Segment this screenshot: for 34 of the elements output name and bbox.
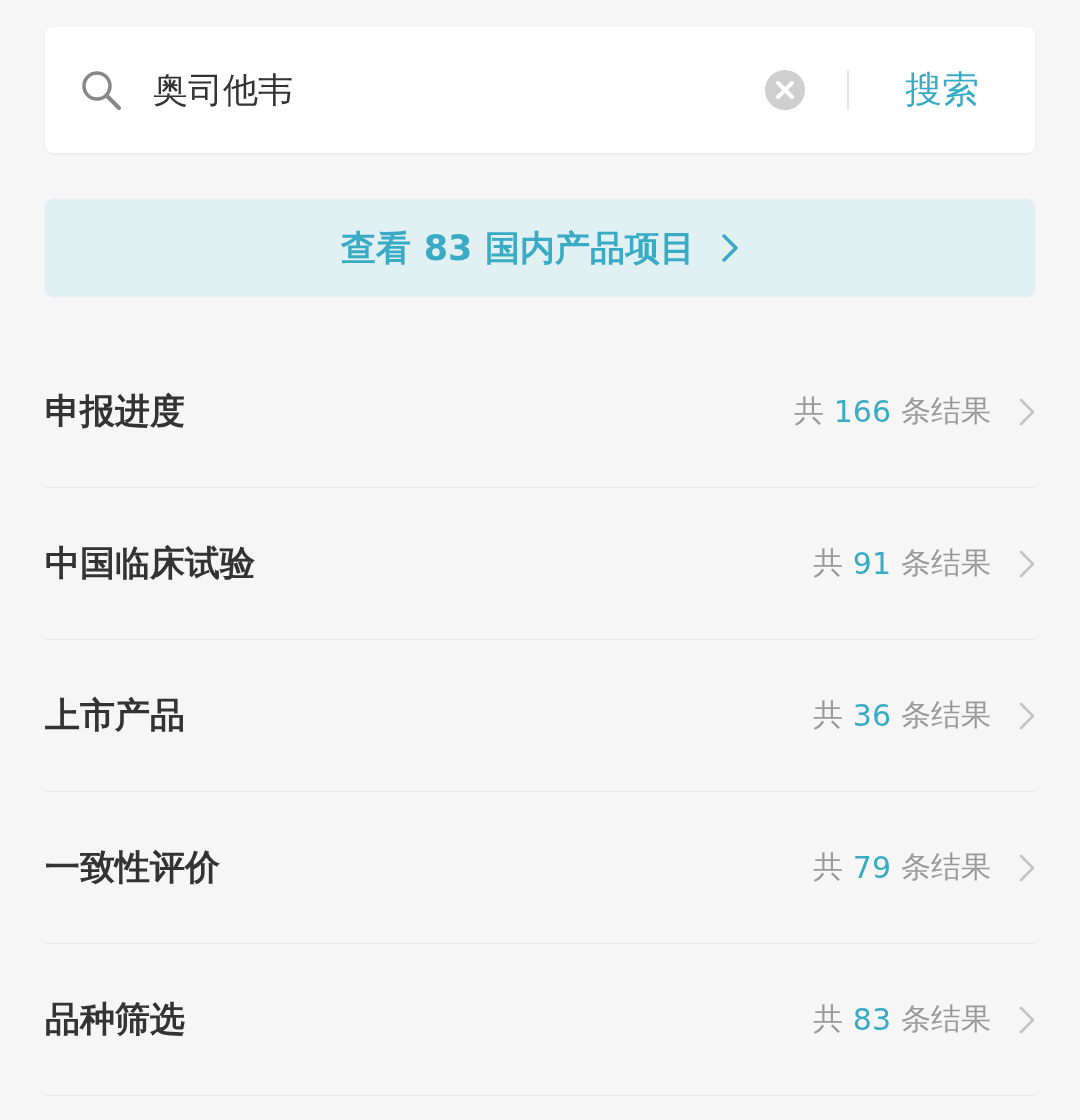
- chevron-icon: [720, 233, 739, 263]
- result-count: 166: [833, 394, 891, 429]
- result-prefix: 共: [812, 848, 843, 886]
- category-title: 品种筛选: [45, 998, 185, 1041]
- result-prefix: 共: [793, 392, 824, 430]
- chevron-icon: [1019, 852, 1035, 883]
- result-count: 83: [852, 1002, 891, 1037]
- chevron-icon: [1019, 700, 1035, 731]
- category-title: 一致性评价: [45, 846, 220, 889]
- result-prefix: 共: [812, 1000, 843, 1038]
- search-field[interactable]: 奥司他韦: [151, 69, 765, 111]
- result-suffix: 条结果: [901, 544, 991, 582]
- result-count: 79: [852, 850, 891, 885]
- category-row[interactable]: 上市产品 共 36 条结果: [45, 640, 1035, 792]
- search-icon: [79, 68, 123, 112]
- result-prefix: 共: [812, 544, 843, 582]
- result-suffix: 条结果: [901, 696, 991, 734]
- category-title: 中国临床试验: [45, 542, 255, 585]
- result-count: 91: [852, 546, 891, 581]
- category-row[interactable]: 品种筛选 共 83 条结果: [45, 944, 1035, 1096]
- result-suffix: 条结果: [901, 848, 991, 886]
- result-count: 36: [852, 698, 891, 733]
- result-suffix: 条结果: [901, 392, 991, 430]
- category-row[interactable]: 一致性评价 共 79 条结果: [45, 792, 1035, 944]
- category-title: 申报进度: [45, 390, 185, 433]
- chevron-icon: [1019, 548, 1035, 579]
- category-row[interactable]: 申报进度 共 166 条结果: [45, 336, 1035, 488]
- chevron-icon: [1019, 1004, 1035, 1035]
- clear-icon[interactable]: [765, 70, 805, 110]
- result-suffix: 条结果: [901, 1000, 991, 1038]
- chevron-icon: [1019, 396, 1035, 427]
- result-prefix: 共: [812, 696, 843, 734]
- category-title: 上市产品: [45, 694, 185, 737]
- category-row[interactable]: 中国临床试验 共 91 条结果: [45, 488, 1035, 640]
